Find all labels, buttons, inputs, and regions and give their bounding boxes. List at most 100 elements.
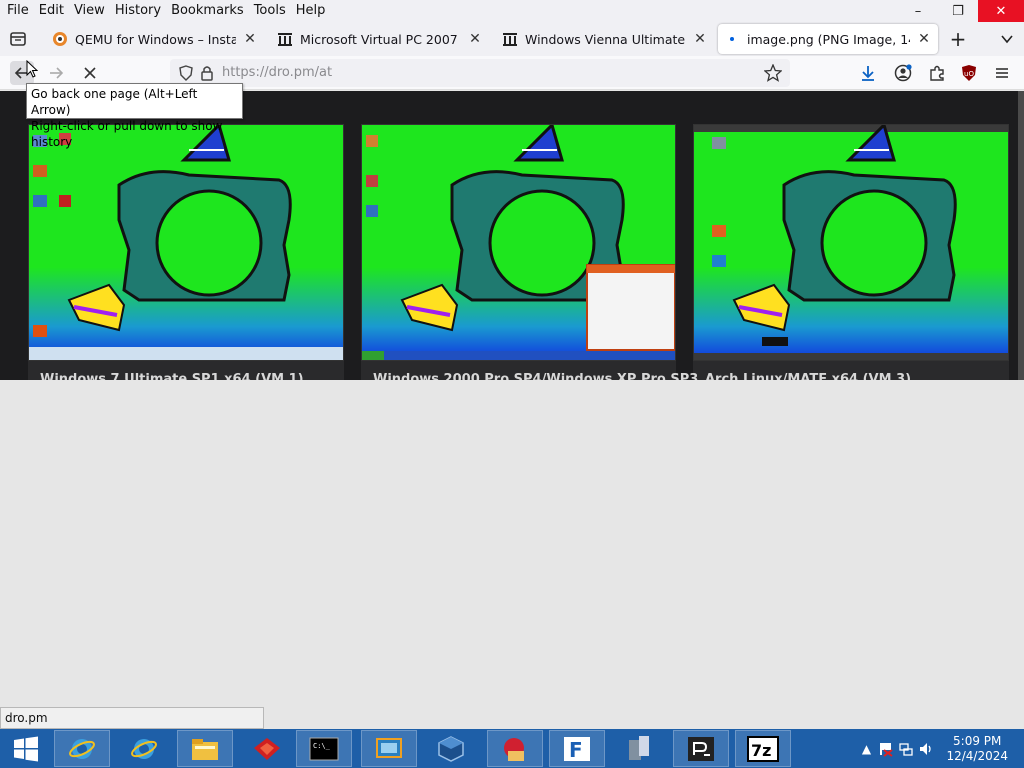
menu-view[interactable]: View: [69, 1, 110, 21]
svg-text:C:\_: C:\_: [313, 742, 331, 750]
taskbar-virtualbox[interactable]: [423, 730, 479, 767]
device-icon: [629, 735, 649, 760]
account-icon: [894, 64, 912, 82]
tab-virtual-pc[interactable]: Microsoft Virtual PC 2007 : Mic ✕: [277, 24, 483, 54]
tab-close-icon[interactable]: ✕: [467, 31, 483, 47]
tooltip-line-2: Right-click or pull down to show history: [31, 119, 223, 149]
hamburger-menu-icon: [996, 68, 1008, 78]
taskbar-ie-2[interactable]: [116, 730, 172, 767]
ie-icon: [69, 738, 95, 759]
windows-logo-icon: [14, 736, 38, 761]
gitkraken-icon: [254, 737, 280, 760]
tab-close-icon[interactable]: ✕: [692, 31, 708, 47]
flag-icon[interactable]: [876, 739, 896, 759]
menu-bookmarks[interactable]: Bookmarks: [166, 1, 249, 21]
account-button[interactable]: [891, 61, 915, 85]
card-title-1[interactable]: Windows 7 Ultimate SP1 x64 (VM 1): [40, 372, 304, 380]
menu-help[interactable]: Help: [291, 1, 331, 21]
taskbar-tool[interactable]: [487, 730, 543, 767]
status-link-preview: dro.pm: [0, 707, 264, 729]
restore-button[interactable]: ❐: [938, 0, 978, 22]
svg-text:uO: uO: [964, 70, 974, 78]
window-controls: – ❐ ✕: [898, 0, 1024, 22]
menu-file[interactable]: File: [2, 1, 34, 21]
list-tabs-button[interactable]: [995, 27, 1019, 51]
new-tab-button[interactable]: +: [946, 27, 970, 51]
taskbar-ie-1[interactable]: [54, 730, 110, 767]
extensions-button[interactable]: [925, 61, 949, 85]
ie-icon: [131, 738, 157, 759]
tab-image-png[interactable]: image.png (PNG Image, 1458 × ✕: [718, 24, 938, 54]
chevron-down-icon: [1001, 35, 1013, 44]
ublock-icon: uO: [962, 65, 976, 81]
url-bar[interactable]: https://dro.pm/at: [170, 59, 790, 87]
taskbar-cmd[interactable]: C:\_: [296, 730, 352, 767]
explorer-icon: [192, 738, 218, 760]
tab-close-icon[interactable]: ✕: [916, 31, 932, 47]
tracking-shield-icon[interactable]: [178, 65, 194, 85]
card-thumbnail-2[interactable]: [361, 124, 676, 361]
taskbar-remote-desktop[interactable]: [361, 730, 417, 767]
archive-icon: [277, 31, 293, 47]
chevron-up-icon[interactable]: ▲: [856, 739, 876, 759]
ublock-button[interactable]: uO: [957, 61, 981, 85]
url-text[interactable]: https://dro.pm/at: [222, 65, 332, 80]
cmd-icon: C:\_: [309, 737, 339, 760]
menu-tools[interactable]: Tools: [249, 1, 291, 21]
menu-bar: File Edit View History Bookmarks Tools H…: [0, 0, 1024, 22]
clock-time: 5:09 PM: [953, 733, 1002, 748]
menu-history[interactable]: History: [110, 1, 166, 21]
arrow-right-icon: [50, 67, 64, 79]
network-icon[interactable]: [896, 739, 916, 759]
card-title-2[interactable]: Windows 2000 Pro SP4/Windows XP Pro SP3: [373, 372, 698, 380]
forward-button[interactable]: [44, 61, 68, 85]
archive-icon: [502, 31, 518, 47]
puzzle-icon: [930, 65, 944, 81]
taskbar-7zip[interactable]: 7z: [735, 730, 791, 767]
svg-text:7z: 7z: [751, 741, 771, 760]
clock[interactable]: 5:09 PM 12/4/2024: [946, 734, 1008, 764]
card-thumbnail-3[interactable]: [693, 124, 1009, 361]
system-tray: ▲ 5:09 PM 12/4/2024: [856, 729, 1024, 768]
card-title-3[interactable]: Arch Linux/MATE x64 (VM 3): [705, 372, 911, 380]
tab-strip: QEMU for Windows – Installers ✕ Microsof…: [0, 22, 1024, 56]
minimize-button[interactable]: –: [898, 0, 938, 22]
tab-close-icon[interactable]: ✕: [242, 31, 258, 47]
7zip-icon: 7z: [747, 735, 779, 762]
card-thumbnail-1[interactable]: [28, 124, 344, 361]
close-window-button[interactable]: ✕: [978, 0, 1024, 22]
mouse-cursor-icon: [26, 60, 38, 78]
stop-button[interactable]: [78, 61, 102, 85]
tab-qemu[interactable]: QEMU for Windows – Installers ✕: [52, 24, 258, 54]
lock-icon[interactable]: [200, 65, 214, 85]
tool-icon: [504, 737, 524, 761]
taskbar: C:\_ F 7z ▲ 5:09 PM 12/4/2024: [0, 729, 1024, 768]
svg-text:F: F: [569, 738, 583, 762]
clock-date: 12/4/2024: [946, 748, 1008, 763]
taskbar-gitkraken[interactable]: [239, 730, 295, 767]
tab-windows-vienna[interactable]: Windows Vienna Ultimate x64 ( ✕: [502, 24, 708, 54]
virtualbox-icon: [438, 735, 464, 762]
bookmark-star-icon[interactable]: [763, 63, 783, 86]
download-icon: [862, 66, 874, 81]
qemu-icon: [52, 31, 68, 47]
firefox-view-icon: [10, 32, 26, 46]
stop-x-icon: [84, 67, 96, 79]
taskbar-explorer[interactable]: [177, 730, 233, 767]
taskbar-filezilla[interactable]: F: [549, 730, 605, 767]
taskbar-device[interactable]: [611, 730, 667, 767]
volume-icon[interactable]: [916, 739, 936, 759]
taskbar-pl[interactable]: [673, 730, 729, 767]
filezilla-icon: F: [564, 736, 590, 762]
back-button-tooltip: Go back one page (Alt+Left Arrow) Right-…: [26, 83, 243, 149]
page-scrollbar[interactable]: [1018, 91, 1024, 380]
firefox-view-button[interactable]: [6, 27, 30, 51]
start-button[interactable]: [0, 729, 52, 768]
menu-edit[interactable]: Edit: [34, 1, 69, 21]
tooltip-line-1: Go back one page (Alt+Left Arrow): [31, 87, 198, 117]
downloads-button[interactable]: [856, 61, 880, 85]
app-menu-button[interactable]: [990, 61, 1014, 85]
remote-desktop-icon: [376, 737, 402, 758]
dot-icon: [724, 31, 740, 47]
pl-icon: [688, 736, 714, 761]
